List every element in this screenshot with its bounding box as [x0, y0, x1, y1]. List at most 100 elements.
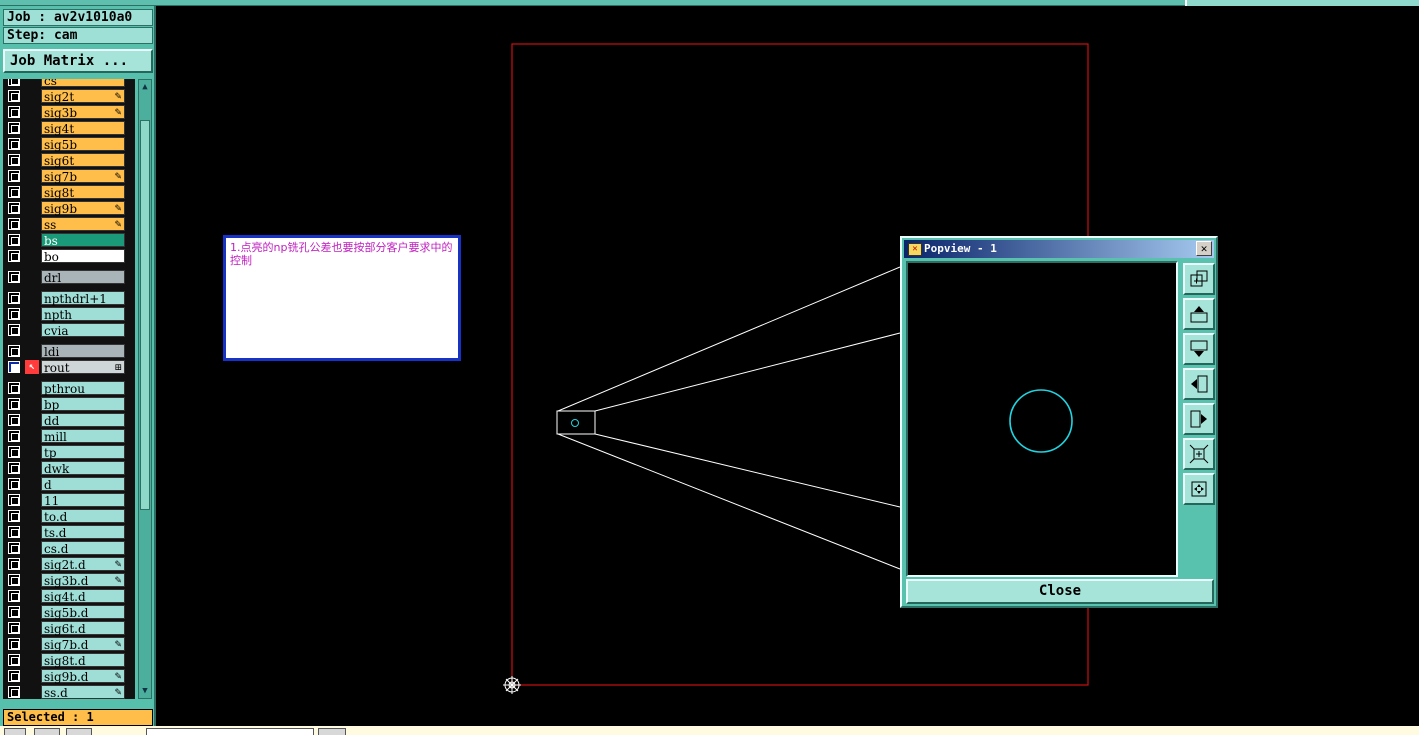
- layer-checkbox[interactable]: [8, 606, 20, 618]
- layer-checkbox[interactable]: [8, 590, 20, 602]
- layer-checkbox[interactable]: [8, 345, 20, 357]
- bottom-button-2[interactable]: [34, 728, 60, 735]
- layer-name[interactable]: bo: [41, 249, 125, 264]
- layer-row-sig7b[interactable]: sig7b ✎: [3, 168, 135, 184]
- layer-name[interactable]: sig9b ✎: [41, 201, 125, 216]
- layer-checkbox[interactable]: [8, 430, 20, 442]
- layer-checkbox[interactable]: [8, 271, 20, 283]
- layer-row-ss-d[interactable]: ss.d ✎: [3, 684, 135, 699]
- layer-checkbox[interactable]: [8, 622, 20, 634]
- layer-name[interactable]: sig6t.d: [41, 621, 125, 636]
- layer-row-sig6t-d[interactable]: sig6t.d: [3, 620, 135, 636]
- layer-row-mill[interactable]: mill: [3, 428, 135, 444]
- layer-checkbox[interactable]: [8, 308, 20, 320]
- layer-name[interactable]: sig4t: [41, 121, 125, 136]
- layer-name[interactable]: to.d: [41, 509, 125, 524]
- layer-name[interactable]: sig7b.d ✎: [41, 637, 125, 652]
- layer-checkbox[interactable]: [8, 462, 20, 474]
- layer-row-bp[interactable]: bp: [3, 396, 135, 412]
- scroll-up-arrow-icon[interactable]: ▲: [140, 81, 150, 93]
- layer-name[interactable]: sig6t: [41, 153, 125, 168]
- layer-row-sig9b-d[interactable]: sig9b.d ✎: [3, 668, 135, 684]
- layer-checkbox[interactable]: [8, 398, 20, 410]
- layer-checkbox[interactable]: [8, 170, 20, 182]
- popview-viewport[interactable]: [906, 261, 1178, 577]
- layer-name[interactable]: d: [41, 477, 125, 492]
- layer-checkbox[interactable]: [8, 138, 20, 150]
- layer-row-sig4t-d[interactable]: sig4t.d: [3, 588, 135, 604]
- graphic-canvas[interactable]: [158, 7, 1419, 725]
- layer-checkbox[interactable]: [8, 154, 20, 166]
- layer-row-drl[interactable]: drl: [3, 269, 135, 285]
- layer-checkbox[interactable]: [8, 526, 20, 538]
- job-matrix-button[interactable]: Job Matrix ...: [3, 49, 153, 73]
- layer-name[interactable]: cs: [41, 79, 125, 88]
- layer-name[interactable]: sig2t ✎: [41, 89, 125, 104]
- layer-name[interactable]: sig5b.d: [41, 605, 125, 620]
- layer-name[interactable]: ts.d: [41, 525, 125, 540]
- layer-checkbox[interactable]: [8, 250, 20, 262]
- layer-name[interactable]: npthdrl+1: [41, 291, 125, 306]
- layer-row-cs-d[interactable]: cs.d: [3, 540, 135, 556]
- layer-row-sig3b-d[interactable]: sig3b.d ✎: [3, 572, 135, 588]
- pan-up-icon[interactable]: [1183, 298, 1215, 330]
- layer-row-dd[interactable]: dd: [3, 412, 135, 428]
- layer-name[interactable]: sig9b.d ✎: [41, 669, 125, 684]
- layer-name[interactable]: bs: [41, 233, 125, 248]
- layer-name[interactable]: sig3b ✎: [41, 105, 125, 120]
- layer-row-sig8t-d[interactable]: sig8t.d: [3, 652, 135, 668]
- layer-name[interactable]: ldi: [41, 344, 125, 359]
- layer-name[interactable]: drl: [41, 270, 125, 285]
- layer-checkbox[interactable]: [8, 79, 20, 86]
- bottom-button-1[interactable]: [4, 728, 26, 735]
- layer-row-npth[interactable]: npth: [3, 306, 135, 322]
- layer-row-ss[interactable]: ss ✎: [3, 216, 135, 232]
- layer-checkbox[interactable]: [8, 202, 20, 214]
- layer-row-sig6t[interactable]: sig6t: [3, 152, 135, 168]
- scroll-thumb[interactable]: [140, 120, 150, 510]
- layer-name[interactable]: cvia: [41, 323, 125, 338]
- layer-row-sig2t[interactable]: sig2t ✎: [3, 88, 135, 104]
- layer-name[interactable]: ss.d ✎: [41, 685, 125, 699]
- layer-checkbox[interactable]: [8, 186, 20, 198]
- pan-left-icon[interactable]: [1183, 368, 1215, 400]
- layer-checkbox[interactable]: [8, 558, 20, 570]
- layer-name[interactable]: sig3b.d ✎: [41, 573, 125, 588]
- layer-checkbox[interactable]: [8, 292, 20, 304]
- layer-checkbox[interactable]: [8, 510, 20, 522]
- layer-row-11[interactable]: 11: [3, 492, 135, 508]
- layer-checkbox[interactable]: [8, 654, 20, 666]
- layer-checkbox[interactable]: [8, 414, 20, 426]
- layer-checkbox[interactable]: [8, 670, 20, 682]
- layer-name[interactable]: sig4t.d: [41, 589, 125, 604]
- layer-row-sig2t-d[interactable]: sig2t.d ✎: [3, 556, 135, 572]
- popview-titlebar[interactable]: ✕ Popview - 1 ✕: [904, 240, 1214, 258]
- layer-name[interactable]: pthrou: [41, 381, 125, 396]
- pan-down-icon[interactable]: [1183, 333, 1215, 365]
- layer-row-cs[interactable]: cs: [3, 79, 135, 88]
- layer-checkbox[interactable]: [8, 324, 20, 336]
- layer-row-dwk[interactable]: dwk: [3, 460, 135, 476]
- layer-checkbox[interactable]: [8, 446, 20, 458]
- layer-checkbox[interactable]: [8, 542, 20, 554]
- layer-name[interactable]: sig8t.d: [41, 653, 125, 668]
- layer-row-tp[interactable]: tp: [3, 444, 135, 460]
- layer-name[interactable]: bp: [41, 397, 125, 412]
- layer-name[interactable]: rout ⊞: [41, 360, 125, 375]
- layer-checkbox[interactable]: [8, 361, 20, 373]
- layer-checkbox[interactable]: [8, 382, 20, 394]
- layer-row-ldi[interactable]: ldi: [3, 343, 135, 359]
- layer-row-sig9b[interactable]: sig9b ✎: [3, 200, 135, 216]
- layer-row-npthdrl-1[interactable]: npthdrl+1: [3, 290, 135, 306]
- layer-row-sig3b[interactable]: sig3b ✎: [3, 104, 135, 120]
- layer-checkbox[interactable]: [8, 494, 20, 506]
- layer-list-scrollbar[interactable]: ▲ ▼: [138, 79, 152, 699]
- layer-row-bs[interactable]: bs: [3, 232, 135, 248]
- layer-checkbox[interactable]: [8, 106, 20, 118]
- zoom-fit-icon[interactable]: [1183, 263, 1215, 295]
- layer-row-sig5b[interactable]: sig5b: [3, 136, 135, 152]
- layer-row-rout[interactable]: ↖ rout ⊞: [3, 359, 135, 375]
- scroll-down-arrow-icon[interactable]: ▼: [140, 685, 150, 697]
- layer-checkbox[interactable]: [8, 218, 20, 230]
- note-textbox[interactable]: 1.点亮的np铣孔公差也要按部分客户要求中的控制: [223, 235, 461, 361]
